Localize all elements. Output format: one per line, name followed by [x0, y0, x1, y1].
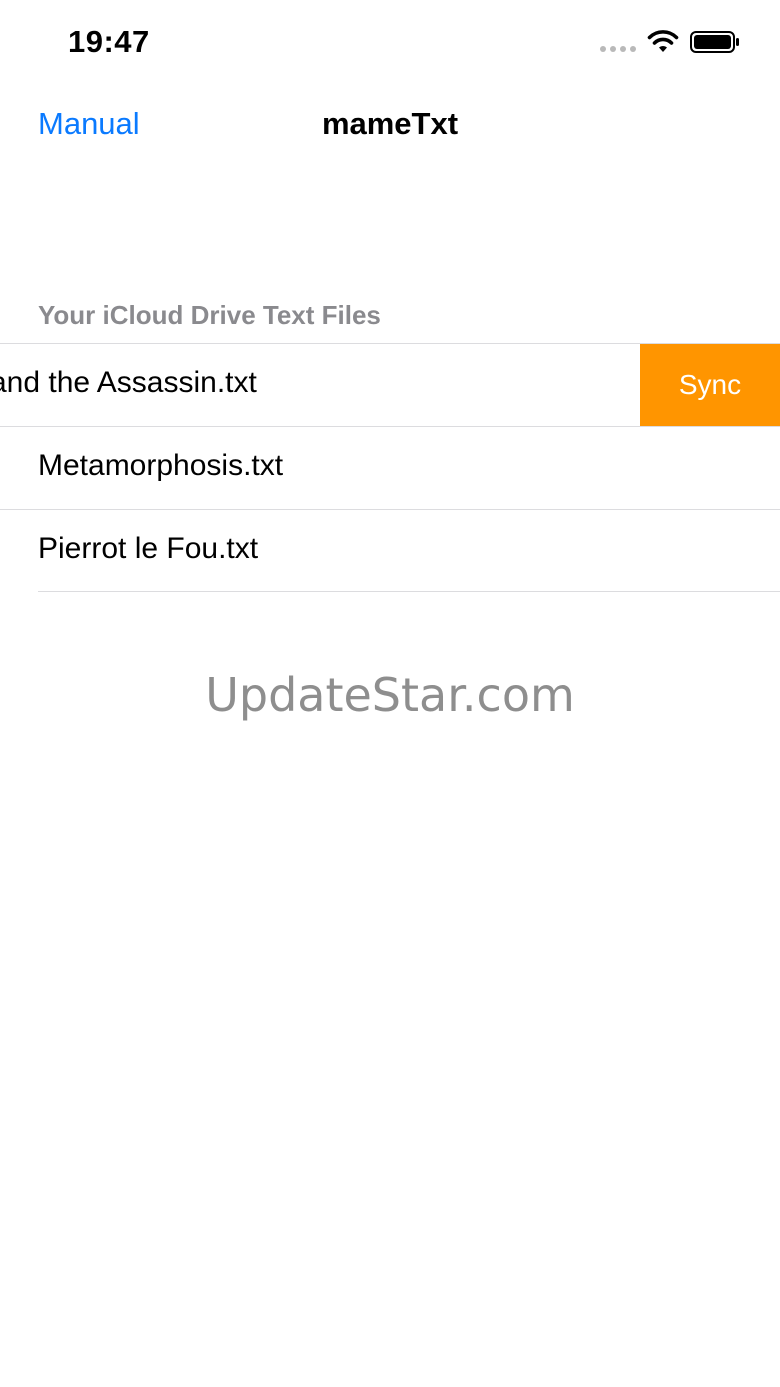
section-header: Your iCloud Drive Text Files: [38, 300, 381, 330]
list-item[interactable]: and the Assassin.txt Sync: [0, 343, 780, 427]
cellular-signal-icon: [600, 46, 636, 54]
file-name: Pierrot le Fou.txt: [38, 532, 259, 565]
file-name: Metamorphosis.txt: [38, 449, 284, 482]
navigation-bar: mameTxt Manual: [0, 86, 780, 166]
wifi-icon: [647, 30, 679, 52]
status-bar: 19:47: [0, 0, 780, 86]
status-time: 19:47: [68, 24, 150, 59]
sync-button[interactable]: Sync: [640, 344, 780, 426]
battery-icon: [690, 31, 739, 53]
manual-button[interactable]: Manual: [38, 106, 140, 142]
app-screen: 19:47 mameTxt Manual Your iCloud Drive T…: [0, 0, 780, 1387]
file-name: and the Assassin.txt: [0, 366, 257, 399]
file-list: and the Assassin.txt Sync Metamorphosis.…: [0, 343, 780, 592]
list-item[interactable]: Pierrot le Fou.txt: [0, 510, 780, 592]
row-divider: [38, 591, 780, 592]
list-item[interactable]: Metamorphosis.txt: [0, 427, 780, 510]
watermark: UpdateStar.com: [205, 668, 575, 722]
